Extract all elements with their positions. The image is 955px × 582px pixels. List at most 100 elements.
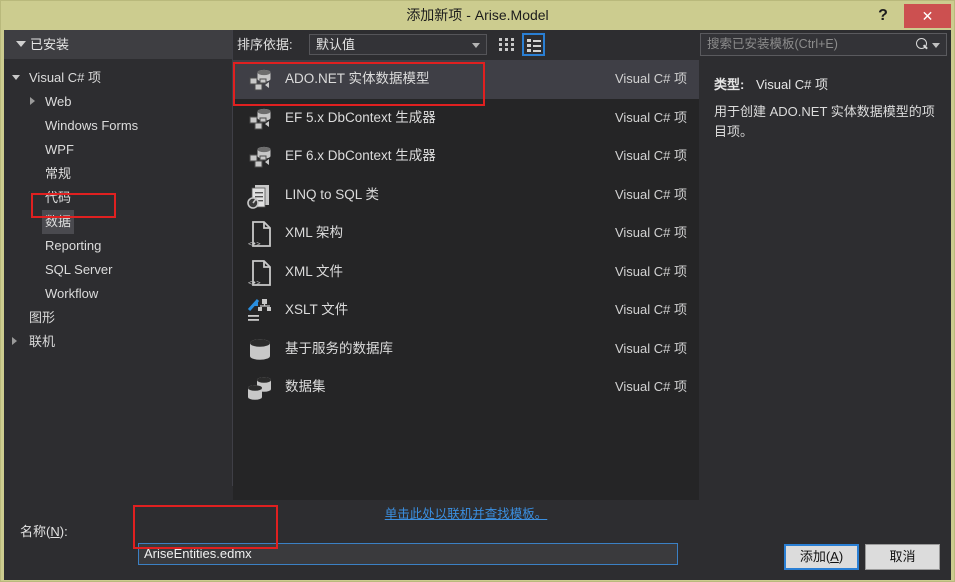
name-input-value: AriseEntities.edmx <box>144 546 252 561</box>
sidebar-item-label: 联机 <box>29 334 56 349</box>
sidebar-item-label: WPF <box>45 142 74 157</box>
detail-type-row: 类型: Visual C# 项 <box>714 74 828 93</box>
sidebar-item-5[interactable]: 代码 <box>4 186 232 210</box>
dialog-body: 已安装 Visual C# 项 Web Windows Forms WPF 常规代码数据… <box>4 30 951 580</box>
name-field-label: 名称(N): <box>20 518 68 546</box>
title-bar: 添加新项 - Arise.Model ? ✕ <box>1 1 954 30</box>
installed-tree-panel: 已安装 Visual C# 项 Web Windows Forms WPF 常规代码数据… <box>4 30 233 486</box>
template-name: 基于服务的数据库 <box>285 340 393 356</box>
template-name: XML 文件 <box>285 263 344 279</box>
template-kind: Visual C# 项 <box>614 302 687 317</box>
sidebar-item-label: Visual C# 项 <box>29 70 102 85</box>
xml-file-icon: <•> <box>245 258 275 288</box>
add-button-prefix: 添加( <box>799 549 831 564</box>
find-online-templates-link[interactable]: 单击此处以联机并查找模板。 <box>233 500 699 528</box>
sidebar-item-4[interactable]: 常规 <box>4 162 232 186</box>
template-list-item[interactable]: ADO.NET 实体数据模型 Visual C# 项 <box>233 60 699 99</box>
chevron-right-icon[interactable] <box>30 97 35 105</box>
sort-by-select[interactable]: 默认值 <box>309 34 487 55</box>
name-label-accel: N <box>50 524 60 539</box>
sidebar-item-0[interactable]: Visual C# 项 <box>4 66 232 90</box>
sidebar-item-label: Windows Forms <box>45 118 139 133</box>
template-kind: Visual C# 项 <box>614 379 687 394</box>
sort-by-label: 排序依据: <box>237 37 293 52</box>
chevron-down-icon[interactable] <box>932 43 940 48</box>
entity-data-model-icon <box>245 142 275 172</box>
entity-data-model-icon <box>245 104 275 134</box>
chevron-right-icon[interactable] <box>12 337 17 345</box>
template-list-item[interactable]: <•> XML 文件 Visual C# 项 <box>233 253 699 292</box>
database-icon <box>245 335 275 365</box>
template-kind: Visual C# 项 <box>614 109 687 125</box>
template-name: ADO.NET 实体数据模型 <box>285 71 430 86</box>
list-view-button[interactable] <box>522 33 545 56</box>
chevron-down-icon <box>472 43 480 48</box>
close-button[interactable]: ✕ <box>904 4 951 28</box>
dialog-title: 添加新项 - Arise.Model <box>406 7 549 23</box>
template-list-item[interactable]: EF 6.x DbContext 生成器 Visual C# 项 <box>233 137 699 176</box>
template-detail-panel: 类型: Visual C# 项 用于创建 ADO.NET 实体数据模型的项目项。 <box>700 60 951 500</box>
svg-text:<•>: <•> <box>248 240 261 248</box>
detail-type-label: 类型: <box>714 77 745 92</box>
sidebar-item-11[interactable]: 联机 <box>4 330 232 354</box>
dataset-icon <box>245 373 275 403</box>
entity-data-model-icon <box>245 65 275 95</box>
list-toolbar: 排序依据: 默认值 <box>233 30 699 59</box>
template-kind: Visual C# 项 <box>614 340 687 356</box>
template-name: EF 5.x DbContext 生成器 <box>285 109 436 125</box>
sidebar-item-label: 代码 <box>45 190 72 205</box>
cancel-button[interactable]: 取消 <box>865 544 940 570</box>
name-input[interactable]: AriseEntities.edmx <box>138 543 678 565</box>
sidebar-item-label: Reporting <box>45 238 102 253</box>
search-input[interactable]: 搜索已安装模板(Ctrl+E) <box>700 33 947 56</box>
sidebar-item-9[interactable]: Workflow <box>4 282 232 306</box>
sort-by-value: 默认值 <box>316 37 356 52</box>
add-button-suffix: ) <box>838 549 844 564</box>
svg-text:<•>: <•> <box>248 279 261 287</box>
search-icon <box>916 38 927 49</box>
template-list-item[interactable]: 数据集 Visual C# 项 <box>233 368 699 407</box>
template-list-item[interactable]: LINQ to SQL 类 Visual C# 项 <box>233 176 699 215</box>
template-name: LINQ to SQL 类 <box>285 186 380 202</box>
grid-view-button[interactable] <box>495 33 518 56</box>
category-tree: Visual C# 项 Web Windows Forms WPF 常规代码数据 Repo… <box>4 66 232 354</box>
sidebar-item-2[interactable]: Windows Forms <box>4 114 232 138</box>
sidebar-item-label: 常规 <box>45 166 72 181</box>
sidebar-item-1[interactable]: Web <box>4 90 232 114</box>
template-list-item[interactable]: 基于服务的数据库 Visual C# 项 <box>233 330 699 369</box>
template-name: XSLT 文件 <box>285 302 349 317</box>
template-list-item[interactable]: EF 5.x DbContext 生成器 Visual C# 项 <box>233 99 699 138</box>
installed-header-label: 已安装 <box>30 37 70 52</box>
sidebar-item-6[interactable]: 数据 <box>4 210 232 234</box>
chevron-down-icon[interactable] <box>12 75 20 80</box>
sidebar-item-label: Web <box>45 94 72 109</box>
add-button[interactable]: 添加(A) <box>784 544 859 570</box>
detail-type-value: Visual C# 项 <box>755 77 828 92</box>
xslt-file-icon <box>245 296 275 326</box>
linq-to-sql-icon <box>245 181 275 211</box>
sidebar-item-label: SQL Server <box>45 262 113 277</box>
template-name: XML 架构 <box>285 225 344 240</box>
name-label-prefix: 名称( <box>20 524 51 539</box>
add-button-accel: A <box>830 549 839 564</box>
template-list[interactable]: ADO.NET 实体数据模型 Visual C# 项 EF 5.x DbContex… <box>233 60 699 500</box>
template-kind: Visual C# 项 <box>614 225 687 240</box>
add-new-item-dialog: 添加新项 - Arise.Model ? ✕ 已安装 Visual C# 项 We… <box>0 0 955 582</box>
xml-file-icon: <•> <box>245 219 275 249</box>
template-list-item[interactable]: <•> XML 架构 Visual C# 项 <box>233 214 699 253</box>
chevron-down-icon <box>16 41 26 47</box>
sidebar-item-label: 图形 <box>29 310 56 325</box>
installed-header[interactable]: 已安装 <box>4 30 232 59</box>
search-placeholder: 搜索已安装模板(Ctrl+E) <box>707 37 838 51</box>
template-name: 数据集 <box>285 379 326 394</box>
sidebar-item-label: 数据 <box>42 210 75 234</box>
sidebar-item-8[interactable]: SQL Server <box>4 258 232 282</box>
help-button[interactable]: ? <box>867 1 899 30</box>
template-kind: Visual C# 项 <box>614 71 687 86</box>
sidebar-item-3[interactable]: WPF <box>4 138 232 162</box>
sidebar-item-7[interactable]: Reporting <box>4 234 232 258</box>
template-list-item[interactable]: XSLT 文件 Visual C# 项 <box>233 291 699 330</box>
template-kind: Visual C# 项 <box>614 263 687 279</box>
detail-description: 用于创建 ADO.NET 实体数据模型的项目项。 <box>714 104 935 139</box>
sidebar-item-10[interactable]: 图形 <box>4 306 232 330</box>
